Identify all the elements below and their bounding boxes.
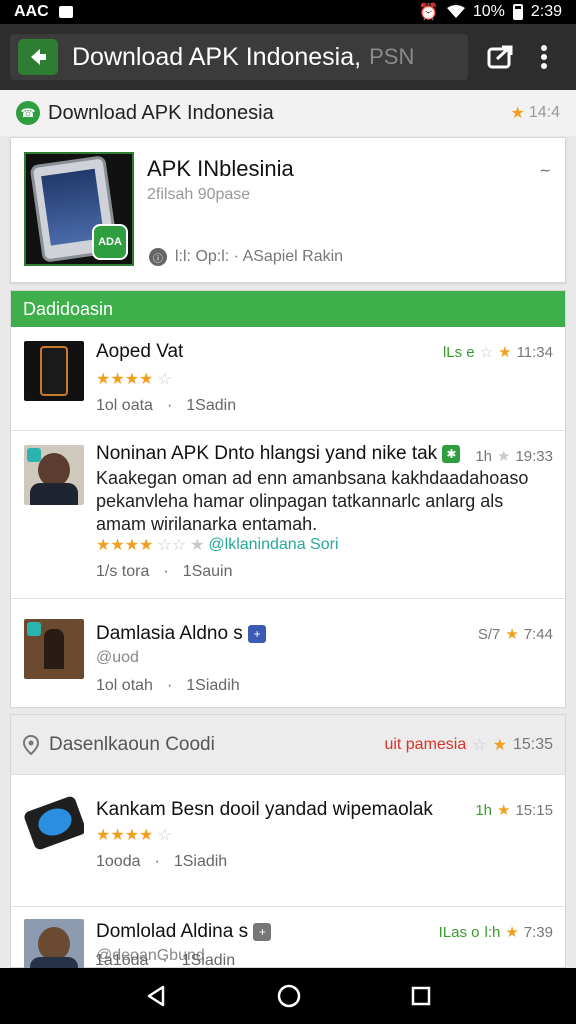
back-icon[interactable] [145,985,167,1007]
status-left-text: AAC [14,3,49,20]
plus-badge-icon: + [253,922,272,941]
notification-icon [58,6,73,18]
alarm-icon: ⏰ [418,4,439,21]
app-thumbnail [24,445,84,505]
star-outline-icon: ☆ [479,344,494,361]
item-footer: 1ol otah · 1Siadih [96,677,240,694]
featured-app-card[interactable]: ADA APK INblesinia 2filsah 90pase ⓘ l:l:… [10,137,566,283]
item-meta-right: ILas o l:h ★ 7:39 [438,923,553,942]
item-footer: 1/s tora · 1Sauin [96,563,233,580]
info-icon: ⓘ [149,248,167,266]
star-outline-icon: ☆ [472,736,487,754]
browser-toolbar: Download APK Indonesia, PSN [0,24,576,90]
item-rating: ★★★★ ☆ [96,371,172,388]
item-rating: ★★★★ ☆ [96,827,172,844]
star-icon: ★ [492,736,507,754]
star-icon: ★ [497,802,511,819]
list-item[interactable]: Kankam Besn dooil yandad wipemaolak ★★★★… [11,795,565,907]
star-icon: ★ [505,924,519,941]
item-meta-right: 1h ★ 15:15 [475,801,553,820]
status-time: 2:39 [530,3,562,20]
more-vert-icon[interactable] [522,34,566,80]
app-thumbnail [24,795,84,855]
featured-badge: ADA [92,224,128,260]
location-pin-icon [23,734,39,755]
featured-title: APK INblesinia [147,156,294,181]
wifi-icon [446,5,465,18]
section-header: Dasenlkaoun Coodi uit pamesia ☆ ★ 15:35 [11,715,565,775]
list-item[interactable]: Noninan APK Dnto hlangsi yand nike tak ✱… [11,431,565,599]
list-item[interactable]: Aoped Vat ★★★★ ☆ 1ol oata · 1Sadin lLs e ☆ ★… [11,327,565,431]
item-rating: ★★★★ ☆☆ ★ @lklanindana Sori [96,536,339,554]
section-title: Dasenlkaoun Coodi [49,733,215,755]
item-title: Domlolad Aldina s + [96,921,272,943]
item-subtitle: @uod [96,649,139,666]
battery-percent: 10% [472,3,505,20]
recents-icon[interactable] [411,986,431,1006]
item-footer: 1ol oata · 1Sadin [96,397,237,414]
url-text: Download APK Indonesia, [72,42,362,71]
item-stars: ★★★★ [96,371,154,388]
share-icon[interactable] [478,34,522,80]
star-icon: ★ [498,344,512,361]
star-icon: ★ [190,537,205,554]
status-bar: AAC ⏰ 10% 2:39 [0,0,576,24]
item-title: Noninan APK Dnto hlangsi yand nike tak ✱ [96,443,461,465]
header-rating: ★ 14:4 [511,103,560,123]
back-arrow-icon[interactable] [18,39,58,75]
section-header: Dadidoasin [11,291,565,327]
expand-icon[interactable]: ∼ [539,162,551,179]
url-field[interactable]: Download APK Indonesia, PSN [10,34,468,80]
star-icon: ★ [510,105,525,122]
star-icon: ★ [505,626,519,643]
item-description: Kaakegan oman ad enn amanbsana kakhdaada… [96,468,529,534]
app-thumbnail [24,341,84,401]
section-downloads: Dadidoasin Aoped Vat ★★★★ ☆ 1ol oata · 1Sad… [10,290,566,708]
item-title: Aoped Vat [96,341,184,362]
plus-badge-icon: + [248,624,267,643]
item-link[interactable]: @lklanindana Sori [208,536,338,554]
system-nav-bar [0,968,576,1024]
featured-meta: ⓘ l:l: Op:l: · ASapiel Rakin [149,248,343,266]
home-icon[interactable] [277,984,301,1008]
item-meta-right: lLs e ☆ ★ 11:34 [442,343,553,362]
item-title: Kankam Besn dooil yandad wipemaolak [96,799,433,820]
url-extra: PSN [369,44,415,69]
item-meta-right: S/7 ★ 7:44 [477,625,553,644]
site-title[interactable]: Download APK Indonesia [48,102,274,125]
item-footer: 1ooda · 1Siadih [96,853,228,870]
header-rating-value: 14:4 [528,104,560,121]
battery-icon [512,4,523,20]
list-item[interactable]: Damlasia Aldno s + @uod 1ol otah · 1Siadih… [11,599,565,709]
section-header-meta: uit pamesia ☆ ★ 15:35 [384,735,553,754]
site-logo-icon: ☎ [16,101,40,125]
app-thumbnail [24,619,84,679]
featured-thumbnail: ADA [24,152,134,266]
item-title: Damlasia Aldno s + [96,623,267,645]
section-recommended: Dasenlkaoun Coodi uit pamesia ☆ ★ 15:35 K… [10,714,566,979]
featured-subtitle: 2filsah 90pase [147,186,251,203]
featured-meta-text: l:l: Op:l: · ASapiel Rakin [175,248,344,265]
site-header: ☎ Download APK Indonesia ★ 14:4 [0,90,576,136]
verified-icon: ✱ [442,444,461,463]
item-meta-right: 1h ★ 19:33 [475,447,553,466]
star-icon: ★ [497,448,511,465]
